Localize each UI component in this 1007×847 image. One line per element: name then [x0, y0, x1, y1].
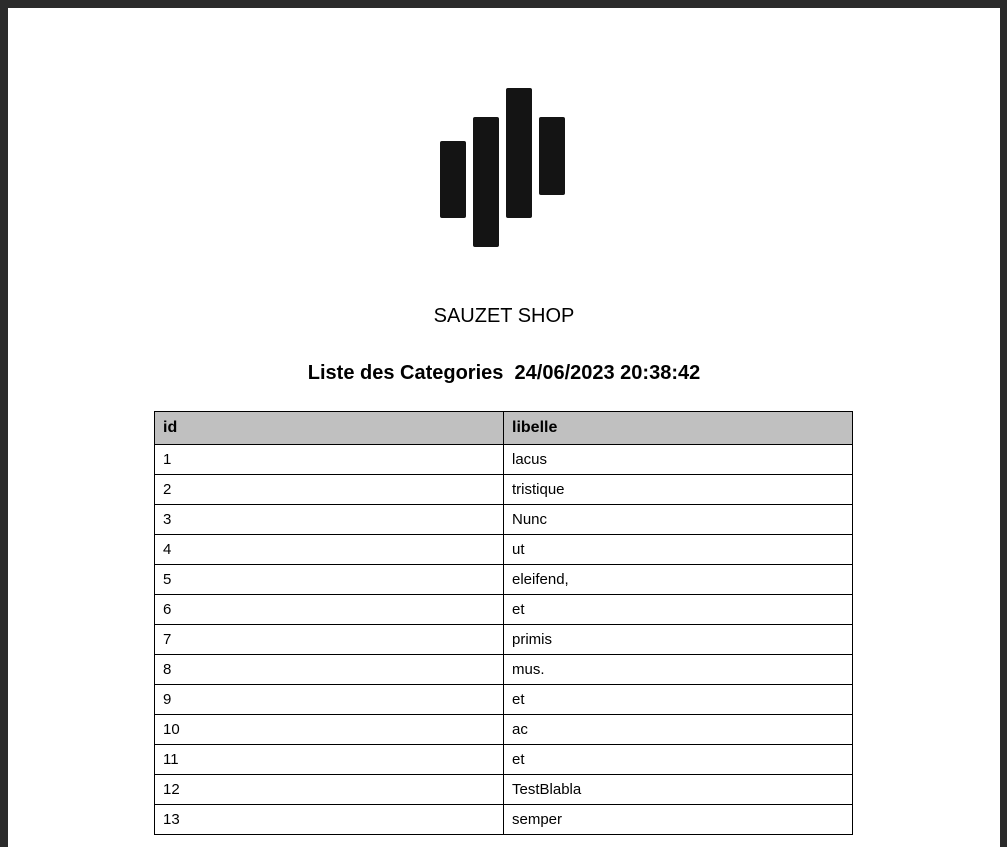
table-row: 7 primis [154, 624, 853, 655]
logo-bar [539, 117, 565, 195]
column-header-libelle: libelle [503, 411, 853, 445]
cell-libelle: ac [503, 714, 853, 745]
cell-libelle: semper [503, 804, 853, 835]
logo-bar [440, 141, 466, 218]
cell-id: 4 [154, 534, 504, 565]
table-row: 6 et [154, 594, 853, 625]
cell-libelle: eleifend, [503, 564, 853, 595]
table-row: 4 ut [154, 534, 853, 565]
logo-bar [506, 88, 532, 218]
cell-id: 1 [154, 444, 504, 475]
shop-logo [8, 8, 1000, 268]
cell-libelle: et [503, 684, 853, 715]
cell-libelle: lacus [503, 444, 853, 475]
document-title-text: Liste des Categories [307, 362, 504, 384]
cell-id: 11 [154, 744, 504, 775]
cell-id: 10 [154, 714, 504, 745]
cell-libelle: tristique [503, 474, 853, 505]
document-timestamp: 24/06/2023 20:38:42 [514, 362, 701, 384]
pdf-viewer: SAUZET SHOP Liste des Categories 24/06/2… [0, 0, 1007, 847]
cell-libelle: TestBlabla [503, 774, 853, 805]
table-row: 12 TestBlabla [154, 774, 853, 805]
table-header-row: id libelle [154, 411, 853, 445]
cell-libelle: primis [503, 624, 853, 655]
cell-libelle: mus. [503, 654, 853, 685]
cell-id: 3 [154, 504, 504, 535]
table-row: 9 et [154, 684, 853, 715]
cell-id: 5 [154, 564, 504, 595]
cell-id: 13 [154, 804, 504, 835]
categories-table: id libelle 1 lacus 2 tristique 3 Nunc 4 … [154, 411, 853, 835]
logo-bar [473, 117, 499, 247]
cell-id: 2 [154, 474, 504, 505]
shop-name: SAUZET SHOP [433, 305, 575, 327]
table-row: 3 Nunc [154, 504, 853, 535]
cell-id: 9 [154, 684, 504, 715]
cell-libelle: et [503, 744, 853, 775]
cell-libelle: et [503, 594, 853, 625]
table-row: 5 eleifend, [154, 564, 853, 595]
table-row: 11 et [154, 744, 853, 775]
table-row: 1 lacus [154, 444, 853, 475]
cell-id: 6 [154, 594, 504, 625]
column-header-id: id [154, 411, 504, 445]
table-row: 10 ac [154, 714, 853, 745]
table-row: 8 mus. [154, 654, 853, 685]
table-row: 13 semper [154, 804, 853, 835]
cell-id: 12 [154, 774, 504, 805]
cell-id: 7 [154, 624, 504, 655]
document-title: Liste des Categories 24/06/2023 20:38:42 [8, 362, 1000, 385]
cell-libelle: ut [503, 534, 853, 565]
cell-libelle: Nunc [503, 504, 853, 535]
cell-id: 8 [154, 654, 504, 685]
table-row: 2 tristique [154, 474, 853, 505]
document-page: SAUZET SHOP Liste des Categories 24/06/2… [8, 8, 1000, 847]
